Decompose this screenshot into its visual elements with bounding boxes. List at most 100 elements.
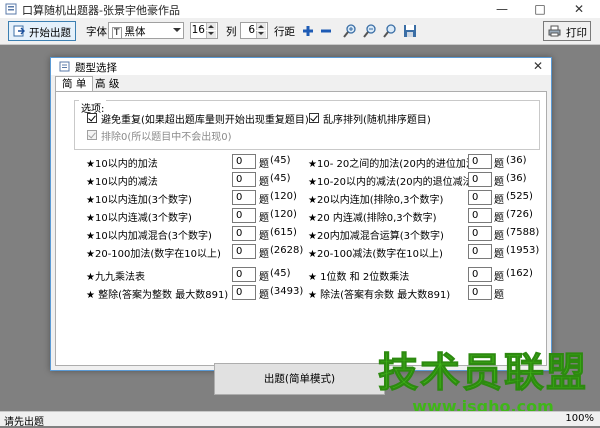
toolbar: 开始出题 字体 T 黑体 16 列 6 行距 打印 bbox=[0, 18, 600, 45]
question-type-label: ★10以内的减法 bbox=[86, 177, 158, 188]
start-button[interactable]: 开始出题 bbox=[8, 21, 76, 41]
question-count-input[interactable]: 0 bbox=[468, 267, 492, 282]
stepper-down-icon[interactable] bbox=[206, 31, 216, 38]
question-unit-label: 题 bbox=[259, 177, 269, 188]
watermark-logo: 技术员联盟 www.jsgho.com bbox=[378, 350, 588, 417]
stepper-up-icon[interactable] bbox=[206, 23, 216, 30]
close-button[interactable]: ✕ bbox=[561, 0, 597, 18]
shuffle-checkbox[interactable] bbox=[309, 113, 319, 123]
question-type-label: ★10以内连加(3个数字) bbox=[86, 195, 192, 206]
question-count-input[interactable]: 0 bbox=[232, 285, 256, 300]
print-button[interactable]: 打印 bbox=[543, 21, 591, 41]
question-pool-count: (45) bbox=[270, 268, 291, 279]
question-unit-label: 题 bbox=[494, 195, 504, 206]
minimize-button[interactable]: — bbox=[484, 0, 520, 18]
question-count-input[interactable]: 0 bbox=[232, 208, 256, 223]
tab-advanced[interactable]: 高 级 bbox=[89, 77, 125, 91]
exclude-zero-label: 排除0(所以题目中不会出现0) bbox=[101, 132, 232, 143]
plus-icon[interactable] bbox=[300, 23, 316, 39]
question-pool-count: (45) bbox=[270, 173, 291, 184]
question-unit-label: 题 bbox=[494, 290, 504, 301]
font-label: 字体 bbox=[86, 26, 107, 38]
generate-button[interactable]: 出题(简单模式) bbox=[214, 363, 385, 395]
question-type-label: ★20 内连减(排除0,3个数字) bbox=[308, 213, 437, 224]
question-count-input[interactable]: 0 bbox=[468, 154, 492, 169]
zoom-out-icon[interactable] bbox=[362, 23, 378, 39]
dialog-close-button[interactable]: ✕ bbox=[533, 59, 543, 73]
shuffle-label: 乱序排列(随机排序题目) bbox=[323, 115, 431, 126]
question-pool-count: (120) bbox=[270, 191, 297, 202]
question-type-label: ★20以内连加(排除0,3个数字) bbox=[308, 195, 444, 206]
save-icon[interactable] bbox=[402, 23, 418, 39]
question-unit-label: 题 bbox=[259, 272, 269, 283]
title-bar: 口算随机出题器-张景宇他豪作品 — □ ✕ bbox=[0, 0, 600, 19]
zoom-fit-icon[interactable] bbox=[382, 23, 398, 39]
stepper-down-icon[interactable] bbox=[256, 31, 266, 38]
svg-text:技术员联盟: 技术员联盟 bbox=[378, 350, 588, 396]
columns-value: 6 bbox=[248, 24, 255, 36]
avoid-duplicates-checkbox[interactable] bbox=[87, 113, 97, 123]
font-size-stepper[interactable]: 16 bbox=[190, 22, 218, 39]
start-icon bbox=[13, 25, 25, 37]
exclude-zero-checkbox[interactable] bbox=[87, 130, 97, 140]
question-type-label: ★20内加减混合运算(3个数字) bbox=[308, 231, 444, 242]
question-unit-label: 题 bbox=[494, 213, 504, 224]
avoid-duplicates-label: 避免重复(如果超出题库量则开始出现重复题目) bbox=[101, 115, 309, 126]
question-pool-count: (7588) bbox=[506, 227, 540, 238]
question-count-input[interactable]: 0 bbox=[232, 172, 256, 187]
dialog-title: 题型选择 bbox=[75, 62, 117, 74]
start-label: 开始出题 bbox=[29, 27, 71, 39]
question-type-label: ★ 除法(答案有余数 最大数891) bbox=[308, 290, 451, 301]
tab-strip: 简 单 高 级 bbox=[51, 76, 551, 93]
question-count-input[interactable]: 0 bbox=[468, 172, 492, 187]
question-count-input[interactable]: 0 bbox=[468, 190, 492, 205]
question-type-label: ★10- 20之间的加法(20内的进位加法) bbox=[308, 159, 480, 170]
question-count-input[interactable]: 0 bbox=[468, 244, 492, 259]
question-pool-count: (615) bbox=[270, 227, 297, 238]
question-unit-label: 题 bbox=[259, 159, 269, 170]
question-count-input[interactable]: 0 bbox=[468, 208, 492, 223]
question-unit-label: 题 bbox=[259, 249, 269, 260]
question-type-label: ★10以内连减(3个数字) bbox=[86, 213, 192, 224]
question-type-dialog: 题型选择 ✕ 简 单 高 级 选项: 避免重复(如果超出题库量则开始出现重复题目… bbox=[50, 57, 552, 395]
print-label: 打印 bbox=[566, 27, 587, 39]
question-unit-label: 题 bbox=[494, 159, 504, 170]
question-unit-label: 题 bbox=[259, 213, 269, 224]
question-count-input[interactable]: 0 bbox=[232, 267, 256, 282]
question-unit-label: 题 bbox=[494, 231, 504, 242]
stepper-up-icon[interactable] bbox=[256, 23, 266, 30]
question-type-label: ★九九乘法表 bbox=[86, 272, 145, 283]
question-unit-label: 题 bbox=[494, 249, 504, 260]
question-type-label: ★ 整除(答案为整数 最大数891) bbox=[86, 290, 229, 301]
question-count-input[interactable]: 0 bbox=[468, 226, 492, 241]
question-pool-count: (45) bbox=[270, 155, 291, 166]
zoom-in-icon[interactable] bbox=[342, 23, 358, 39]
columns-stepper[interactable]: 6 bbox=[240, 22, 268, 39]
chevron-down-icon bbox=[173, 28, 181, 32]
status-text: 请先出题 bbox=[4, 417, 44, 428]
question-pool-count: (162) bbox=[506, 268, 533, 279]
question-count-input[interactable]: 0 bbox=[232, 154, 256, 169]
question-pool-count: (525) bbox=[506, 191, 533, 202]
question-pool-count: (120) bbox=[270, 209, 297, 220]
generate-label: 出题(简单模式) bbox=[263, 373, 336, 385]
printer-icon bbox=[548, 25, 561, 37]
font-select[interactable]: T 黑体 bbox=[108, 22, 184, 39]
dialog-title-bar: 题型选择 ✕ bbox=[51, 58, 551, 75]
question-count-input[interactable]: 0 bbox=[232, 244, 256, 259]
maximize-button[interactable]: □ bbox=[522, 0, 558, 18]
question-type-label: ★20-100减法(数字在10以上) bbox=[308, 249, 443, 260]
question-count-input[interactable]: 0 bbox=[468, 285, 492, 300]
font-type-icon: T bbox=[112, 27, 122, 39]
columns-label: 列 bbox=[226, 26, 237, 38]
dialog-icon bbox=[59, 61, 70, 72]
question-count-input[interactable]: 0 bbox=[232, 190, 256, 205]
options-group: 选项: 避免重复(如果超出题库量则开始出现重复题目) 乱序排列(随机排序题目) … bbox=[74, 100, 540, 150]
question-count-input[interactable]: 0 bbox=[232, 226, 256, 241]
question-unit-label: 题 bbox=[494, 177, 504, 188]
minus-icon[interactable] bbox=[318, 23, 334, 39]
question-pool-count: (1953) bbox=[506, 245, 540, 256]
question-pool-count: (36) bbox=[506, 155, 527, 166]
question-type-label: ★10-20以内的减法(20内的退位减法) bbox=[308, 177, 477, 188]
window-title: 口算随机出题器-张景宇他豪作品 bbox=[22, 4, 180, 17]
